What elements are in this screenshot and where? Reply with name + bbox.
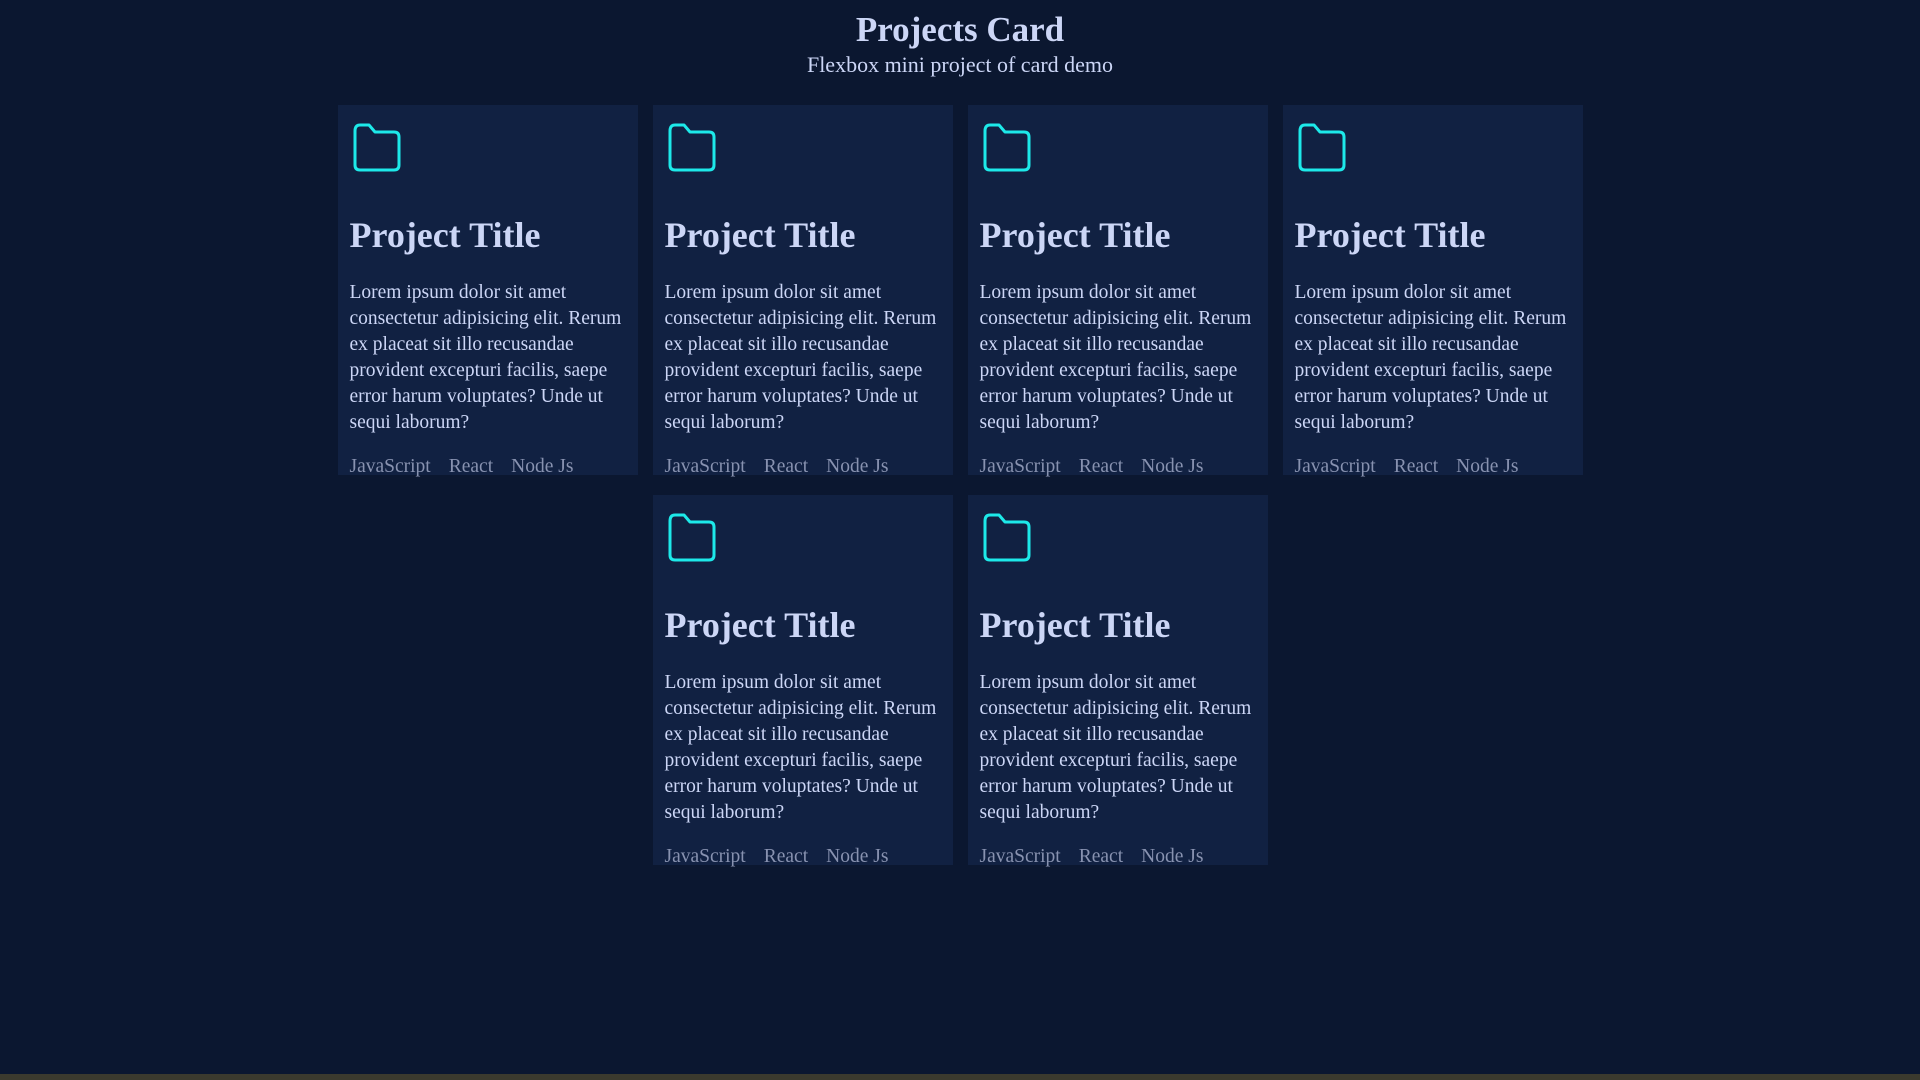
tag: Node Js (1141, 456, 1204, 477)
card-description: Lorem ipsum dolor sit amet consectetur a… (349, 282, 622, 433)
tag: Node Js (1141, 846, 1204, 867)
tag: Node Js (1456, 456, 1519, 477)
page-title: Projects Card (855, 10, 1065, 49)
tag-list: JavaScript React Node Js (665, 454, 941, 480)
folder-icon (983, 513, 1030, 562)
project-card: Project Title Lorem ipsum dolor sit amet… (652, 105, 953, 477)
card-title: Project Title (349, 215, 541, 255)
card-title: Project Title (664, 605, 856, 645)
folder-icon (1298, 123, 1345, 172)
project-card: Project Title Lorem ipsum dolor sit amet… (967, 495, 1268, 867)
tag: JavaScript (979, 456, 1061, 477)
folder-icon (983, 123, 1030, 172)
tag: JavaScript (979, 846, 1061, 867)
folder-icon (353, 123, 400, 172)
card-description: Lorem ipsum dolor sit amet consectetur a… (664, 672, 937, 823)
project-card: Project Title Lorem ipsum dolor sit amet… (1282, 105, 1583, 477)
tag: Node Js (511, 456, 574, 477)
tag-list: JavaScript React Node Js (980, 454, 1256, 480)
card-title: Project Title (664, 215, 856, 255)
tag: React (1393, 456, 1439, 477)
folder-icon (668, 513, 715, 562)
card-title: Project Title (979, 215, 1171, 255)
card-description: Lorem ipsum dolor sit amet consectetur a… (1294, 282, 1567, 433)
page-subtitle: Flexbox mini project of card demo (806, 52, 1114, 77)
card-description: Lorem ipsum dolor sit amet consectetur a… (979, 282, 1252, 433)
tag: React (1078, 456, 1124, 477)
tag: Node Js (826, 456, 889, 477)
tag-list: JavaScript React Node Js (1295, 454, 1571, 480)
tag: JavaScript (349, 456, 431, 477)
project-card: Project Title Lorem ipsum dolor sit amet… (337, 105, 638, 477)
page-header: Projects Card Flexbox mini project of ca… (0, 0, 1920, 80)
card-description: Lorem ipsum dolor sit amet consectetur a… (664, 282, 937, 433)
tag: React (448, 456, 494, 477)
tag: JavaScript (664, 456, 746, 477)
folder-icon (668, 123, 715, 172)
card-title: Project Title (1294, 215, 1486, 255)
tag-list: JavaScript React Node Js (980, 844, 1256, 870)
tag: Node Js (826, 846, 889, 867)
tag: React (763, 846, 809, 867)
tag: React (1078, 846, 1124, 867)
project-card: Project Title Lorem ipsum dolor sit amet… (967, 105, 1268, 477)
project-card: Project Title Lorem ipsum dolor sit amet… (652, 495, 953, 867)
project-grid: Project Title Lorem ipsum dolor sit amet… (330, 105, 1590, 867)
tag: JavaScript (664, 846, 746, 867)
tag-list: JavaScript React Node Js (665, 844, 941, 870)
tag: React (763, 456, 809, 477)
bottom-edge-divider (0, 1074, 1920, 1080)
tag: JavaScript (1294, 456, 1376, 477)
card-description: Lorem ipsum dolor sit amet consectetur a… (979, 672, 1252, 823)
card-title: Project Title (979, 605, 1171, 645)
tag-list: JavaScript React Node Js (350, 454, 626, 480)
